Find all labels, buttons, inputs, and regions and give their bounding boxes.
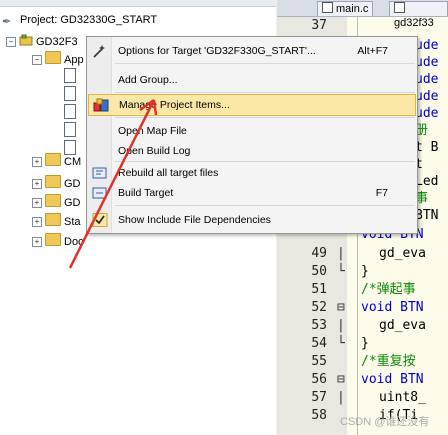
annotation-arrow [68, 98, 158, 269]
